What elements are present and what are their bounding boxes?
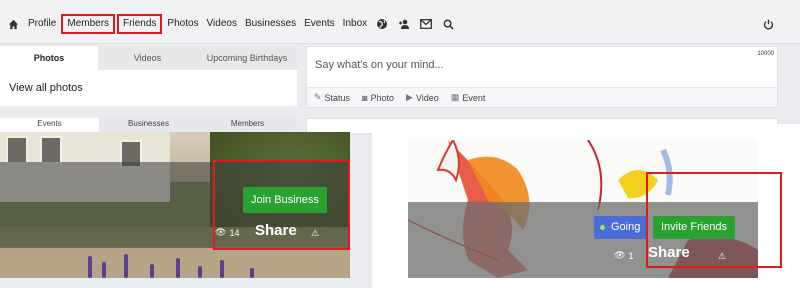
view-count-value: 1 [628, 250, 634, 261]
highlight-box [213, 160, 350, 250]
nav-friends[interactable]: Friends [117, 14, 163, 34]
status-dot-icon [600, 225, 605, 230]
pencil-icon: ✎ [314, 92, 322, 102]
person-add-icon[interactable] [393, 16, 415, 32]
composer-input[interactable]: Say what's on your mind... [315, 59, 444, 71]
tab-upcoming-birthdays[interactable]: Upcoming Birthdays [197, 46, 297, 70]
composer-actions: ✎ Status ◙ Photo ▶ Video ▦ Event [307, 87, 777, 107]
event-label: Event [462, 92, 486, 103]
video-action[interactable]: ▶ Video [406, 92, 439, 103]
home-icon[interactable] [2, 16, 24, 32]
nav-events[interactable]: Events [300, 16, 339, 32]
house-window [40, 136, 62, 164]
video-icon: ▶ [406, 92, 413, 102]
highlight-box [646, 172, 782, 268]
top-navigation: Profile Members Friends Photos Videos Bu… [0, 0, 800, 44]
going-button[interactable]: Going [594, 216, 649, 239]
media-panel: Photos Videos Upcoming Birthdays View al… [0, 46, 297, 106]
status-label: Status [324, 92, 351, 103]
event-action[interactable]: ▦ Event [451, 92, 486, 103]
photo-label: Photo [370, 92, 395, 103]
going-label: Going [611, 221, 641, 233]
status-composer: Say what's on your mind... 10000 ✎ Status… [306, 46, 778, 108]
nav-businesses[interactable]: Businesses [241, 16, 300, 32]
photo-action[interactable]: ◙ Photo [362, 93, 394, 103]
globe-icon[interactable] [371, 16, 393, 32]
power-icon[interactable] [763, 17, 774, 35]
nav-photos[interactable]: Photos [163, 16, 202, 32]
calendar-icon: ▦ [450, 92, 460, 102]
card-photo-flowers [80, 250, 350, 278]
camera-icon: ◙ [362, 92, 368, 103]
search-icon[interactable] [437, 16, 459, 32]
char-limit: 10000 [757, 51, 774, 57]
tab-photos[interactable]: Photos [0, 46, 98, 70]
nav-profile[interactable]: Profile [24, 16, 60, 32]
nav-inbox[interactable]: Inbox [339, 16, 371, 32]
event-card: Going Invite Friends 👁 1 Share ⚠ [372, 124, 800, 288]
video-label: Video [415, 92, 439, 103]
tab-videos[interactable]: Videos [98, 46, 197, 70]
view-count: 👁 1 [614, 250, 633, 261]
house-window [6, 136, 28, 164]
nav-videos[interactable]: Videos [203, 16, 241, 32]
nav-members[interactable]: Members [61, 14, 116, 34]
mail-icon[interactable] [415, 16, 437, 32]
view-all-photos-link[interactable]: View all photos [0, 70, 297, 94]
status-action[interactable]: ✎ Status [314, 92, 350, 103]
business-card: Join Business 👁 14 Share ⚠ [0, 132, 350, 278]
eye-icon: 👁 [614, 250, 626, 260]
